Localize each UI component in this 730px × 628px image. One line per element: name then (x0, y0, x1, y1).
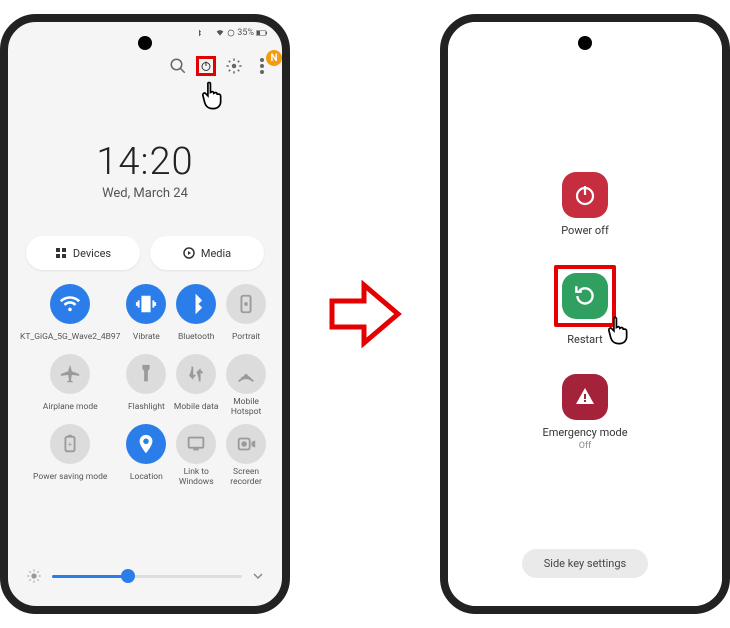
qs-toggle-powersave[interactable]: + Power saving mode (20, 424, 120, 488)
cursor-hand-icon (602, 313, 632, 343)
media-button[interactable]: Media (150, 236, 264, 270)
devices-button[interactable]: Devices (26, 236, 140, 270)
qs-toggle-vibrate[interactable]: Vibrate (122, 284, 170, 348)
slider-fill (52, 575, 128, 578)
qs-toggle-bluetooth[interactable]: Bluetooth (172, 284, 220, 348)
qs-label: Bluetooth (178, 328, 214, 348)
phone-quicksettings: 35% N 14:20 Wed, March 24 Devices Media (0, 14, 290, 614)
qs-toggle-flashlight[interactable]: Flashlight (122, 354, 170, 418)
qs-toggle-mobiledata[interactable]: Mobile data (172, 354, 220, 418)
brightness-slider[interactable] (26, 568, 264, 584)
qs-label: Link to Windows (172, 468, 220, 488)
qs-toggle-recorder[interactable]: Screen recorder (222, 424, 270, 488)
power-icon[interactable] (196, 56, 216, 76)
side-key-label: Side key settings (544, 557, 626, 570)
power-menu: Power off Restart Emergency mode Of (448, 22, 722, 606)
notification-badge: N (266, 50, 282, 66)
battery-text: 35% (237, 28, 254, 38)
qs-label: Mobile Hotspot (222, 398, 270, 418)
qs-label: Mobile data (174, 398, 219, 418)
phone-powermenu: Power off Restart Emergency mode Of (440, 14, 730, 614)
search-icon[interactable] (168, 56, 188, 76)
clock-block: 14:20 Wed, March 24 (8, 140, 282, 201)
powersave-icon: + (50, 424, 90, 464)
hotspot-icon (226, 354, 266, 394)
more-icon[interactable]: N (252, 56, 272, 76)
clock-status-icon (227, 29, 235, 37)
chevron-down-icon[interactable] (252, 570, 264, 582)
qs-toggle-location[interactable]: Location (122, 424, 170, 488)
qs-label: Screen recorder (222, 468, 270, 488)
power-off-button[interactable]: Power off (561, 172, 609, 237)
emergency-mode-button[interactable]: Emergency mode Off (542, 374, 627, 451)
camera-notch (578, 36, 592, 50)
restart-button[interactable]: Restart (554, 265, 616, 346)
bluetooth-status-icon (195, 29, 203, 37)
mute-status-icon (205, 29, 213, 37)
devices-icon (55, 247, 67, 259)
qs-toggle-wifi[interactable]: KT_GiGA_5G_Wave2_4B97 (20, 284, 120, 348)
emergency-sublabel: Off (579, 441, 591, 451)
arrow-icon (320, 269, 410, 359)
wifi-icon (50, 284, 90, 324)
qs-label: Power saving mode (33, 468, 107, 488)
flashlight-icon (126, 354, 166, 394)
media-label: Media (201, 247, 231, 260)
vibrate-icon (126, 284, 166, 324)
panel-actions: N (168, 56, 272, 76)
qs-toggle-link[interactable]: Link to Windows (172, 424, 220, 488)
media-icon (183, 247, 195, 259)
qs-toggle-hotspot[interactable]: Mobile Hotspot (222, 354, 270, 418)
status-bar: 35% (195, 28, 268, 38)
qs-label: Location (130, 468, 163, 488)
qs-label: Vibrate (133, 328, 160, 348)
clock-date: Wed, March 24 (8, 186, 282, 201)
qs-label: Airplane mode (43, 398, 98, 418)
devices-media-row: Devices Media (26, 236, 264, 270)
side-key-settings-button[interactable]: Side key settings (522, 549, 648, 578)
emergency-icon (562, 374, 608, 420)
qs-toggle-airplane[interactable]: Airplane mode (20, 354, 120, 418)
restart-label: Restart (567, 333, 602, 346)
bluetooth-icon (176, 284, 216, 324)
camera-notch (138, 36, 152, 50)
qs-label: Portrait (232, 328, 260, 348)
qs-label: Flashlight (128, 398, 165, 418)
qs-label: KT_GiGA_5G_Wave2_4B97 (20, 328, 120, 348)
slider-thumb[interactable] (121, 569, 135, 583)
cursor-hand-icon (196, 78, 226, 108)
gear-icon[interactable] (224, 56, 244, 76)
link-icon (176, 424, 216, 464)
battery-icon (256, 29, 268, 37)
slider-track[interactable] (52, 575, 242, 578)
power-off-label: Power off (561, 224, 609, 237)
brightness-icon (26, 568, 42, 584)
power-off-icon (562, 172, 608, 218)
wifi-status-icon (215, 29, 225, 37)
portrait-icon (226, 284, 266, 324)
quick-settings-grid: KT_GiGA_5G_Wave2_4B97 Vibrate Bluetooth … (20, 284, 270, 488)
svg-text:+: + (68, 440, 72, 449)
devices-label: Devices (73, 247, 111, 260)
location-icon (126, 424, 166, 464)
clock-time: 14:20 (8, 140, 282, 184)
recorder-icon (226, 424, 266, 464)
mobiledata-icon (176, 354, 216, 394)
qs-toggle-portrait[interactable]: Portrait (222, 284, 270, 348)
airplane-icon (50, 354, 90, 394)
emergency-label: Emergency mode (542, 426, 627, 439)
